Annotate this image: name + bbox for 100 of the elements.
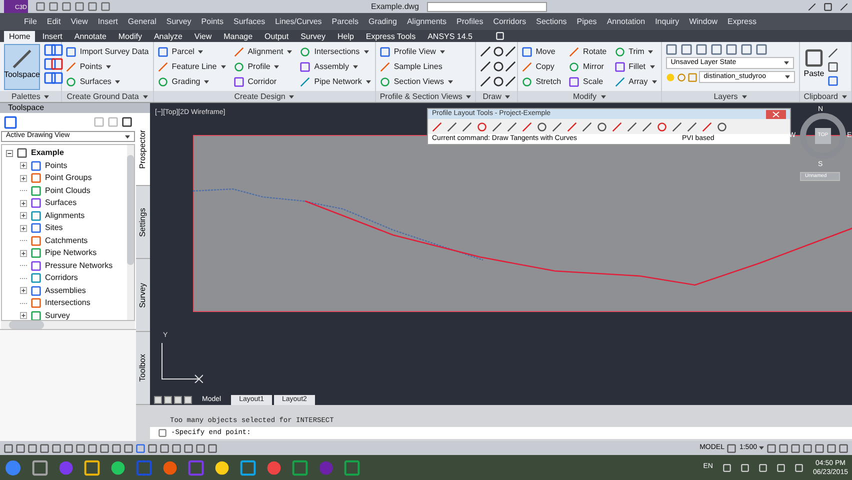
ribbon-tool-button[interactable]: Grading xyxy=(158,74,226,89)
panel-title[interactable]: Palettes xyxy=(0,91,61,102)
ribbon-tab[interactable]: Analyze xyxy=(148,31,188,42)
ribbon-tool-button[interactable]: Surfaces xyxy=(66,74,149,89)
ribbon-tool-button[interactable]: Sample Lines xyxy=(380,59,453,74)
ribbon-tool-button[interactable]: Pipe Network xyxy=(300,74,371,89)
ribbon-tool-button[interactable]: Import Survey Data xyxy=(66,44,149,59)
tree-item[interactable]: Points xyxy=(45,160,68,172)
menu-item[interactable]: Annotation xyxy=(606,16,646,28)
menu-item[interactable]: Express xyxy=(728,16,756,28)
menu-item[interactable]: Grading xyxy=(368,16,397,28)
ribbon-tool-button[interactable]: Fillet xyxy=(614,59,657,74)
menu-item[interactable]: Profiles xyxy=(456,16,484,28)
ribbon-tool-button[interactable]: Trim xyxy=(614,44,657,59)
side-tab[interactable]: Toolbox xyxy=(136,332,150,405)
expand-icon[interactable] xyxy=(20,224,27,232)
tree-node-icon xyxy=(31,286,41,296)
ribbon-tool-button[interactable]: Copy xyxy=(522,59,562,74)
menu-item[interactable]: Alignments xyxy=(406,16,447,28)
ribbon-tab[interactable]: Insert xyxy=(37,31,68,42)
expand-icon[interactable] xyxy=(20,212,27,220)
menu-item[interactable]: View xyxy=(70,16,88,28)
menu-item[interactable]: Surfaces xyxy=(234,16,266,28)
tree-item[interactable]: Alignments xyxy=(45,210,85,222)
tree-item[interactable]: Surfaces xyxy=(45,197,77,210)
ribbon-tool-button[interactable]: Stretch xyxy=(522,74,562,89)
ribbon-tab[interactable]: Help xyxy=(332,31,359,42)
tree-item[interactable]: Pipe Networks xyxy=(45,247,97,260)
menu-item[interactable]: Inquiry xyxy=(655,16,680,28)
ribbon-tool-button[interactable]: Section Views xyxy=(380,74,453,89)
collapse-icon[interactable] xyxy=(6,150,13,157)
scrollbar[interactable] xyxy=(127,145,134,320)
panel-title[interactable]: Profile & Section Views xyxy=(376,91,476,102)
side-tab[interactable]: Survey xyxy=(136,259,150,332)
panel-title[interactable]: Modify xyxy=(518,91,661,102)
ribbon-tool-button[interactable]: Corridor xyxy=(234,74,292,89)
ribbon-tool-button[interactable]: Points xyxy=(66,59,149,74)
tree-item[interactable]: Sites xyxy=(45,222,63,234)
ribbon-tab[interactable]: Modify xyxy=(113,31,147,42)
ribbon-tool-button[interactable]: Rotate xyxy=(569,44,607,59)
ribbon-tool-button[interactable]: Alignment xyxy=(234,44,292,59)
ribbon-tab[interactable]: Annotate xyxy=(69,31,112,42)
menu-item[interactable]: Insert xyxy=(98,16,118,28)
expand-icon[interactable] xyxy=(20,312,27,320)
ribbon-tab[interactable]: Output xyxy=(260,31,294,42)
taskbar-app-icon xyxy=(32,460,48,476)
ribbon-tab[interactable]: Express Tools xyxy=(360,31,421,42)
menu-item[interactable]: Sections xyxy=(536,16,567,28)
search-field[interactable] xyxy=(427,2,548,12)
panel-title[interactable]: Create Ground Data xyxy=(62,91,153,102)
paste-button[interactable]: Paste xyxy=(804,44,824,86)
menu-item[interactable]: File xyxy=(24,16,37,28)
expand-icon[interactable] xyxy=(20,250,27,257)
ribbon-tab[interactable]: ANSYS 14.5 xyxy=(422,31,478,42)
tree-item[interactable]: Example xyxy=(31,147,64,160)
panel-title[interactable]: Clipboard xyxy=(800,91,851,102)
side-tab[interactable]: Prospector xyxy=(136,113,150,186)
ribbon-tab[interactable]: Survey xyxy=(296,31,330,42)
tree-item[interactable]: Assemblies xyxy=(45,284,86,297)
panel-title[interactable]: Draw xyxy=(476,91,517,102)
expand-icon[interactable] xyxy=(20,287,27,294)
ribbon-tool-button[interactable]: Assembly xyxy=(300,59,371,74)
ribbon-tab[interactable]: View xyxy=(189,31,217,42)
menu-item[interactable]: General xyxy=(128,16,156,28)
ribbon-tool-button[interactable]: Move xyxy=(522,44,562,59)
menu-item[interactable]: Window xyxy=(689,16,718,28)
tree-item[interactable]: Survey xyxy=(45,310,70,320)
ribbon-tool-button[interactable]: Parcel xyxy=(158,44,226,59)
expand-icon[interactable] xyxy=(20,174,27,182)
panel-title[interactable]: Layers xyxy=(662,91,799,102)
ribbon-tool-button[interactable]: Scale xyxy=(569,74,607,89)
ribbon-tab[interactable]: Home xyxy=(4,31,36,42)
tree-item[interactable]: Point Clouds xyxy=(45,184,90,197)
panel-title[interactable]: Create Design xyxy=(154,91,375,102)
menu-item[interactable]: Corridors xyxy=(493,16,526,28)
tree-item[interactable]: Corridors xyxy=(45,272,78,284)
ribbon-tool-button[interactable]: Array xyxy=(614,74,657,89)
menu-item[interactable]: Edit xyxy=(46,16,61,28)
tree-item[interactable]: Intersections xyxy=(45,297,90,310)
expand-icon[interactable] xyxy=(20,162,27,170)
circle-icon xyxy=(234,62,244,72)
scrollbar[interactable] xyxy=(1,321,135,329)
ribbon-tool-button[interactable]: Mirror xyxy=(569,59,607,74)
menu-item[interactable]: Points xyxy=(201,16,224,28)
tree-item[interactable]: Pressure Networks xyxy=(45,260,113,272)
menu-item[interactable]: Survey xyxy=(166,16,192,28)
menu-item[interactable]: Pipes xyxy=(576,16,597,28)
layer-icon xyxy=(696,44,707,55)
ribbon-tab[interactable]: Manage xyxy=(218,31,258,42)
menu-item[interactable]: Parcels xyxy=(332,16,358,28)
ribbon-tool-button[interactable]: Profile View xyxy=(380,44,453,59)
menu-item[interactable]: Lines/Curves xyxy=(275,16,322,28)
side-tab[interactable]: Settings xyxy=(136,186,150,259)
ribbon-tool-button[interactable]: Profile xyxy=(234,59,292,74)
ribbon-tool-button[interactable]: Intersections xyxy=(300,44,371,59)
tree-item[interactable]: Point Groups xyxy=(45,172,92,184)
toolspace-button[interactable]: Toolspace xyxy=(4,44,40,90)
expand-icon[interactable] xyxy=(20,200,27,207)
ribbon-tool-button[interactable]: Feature Line xyxy=(158,59,226,74)
tree-item[interactable]: Catchments xyxy=(45,234,88,247)
